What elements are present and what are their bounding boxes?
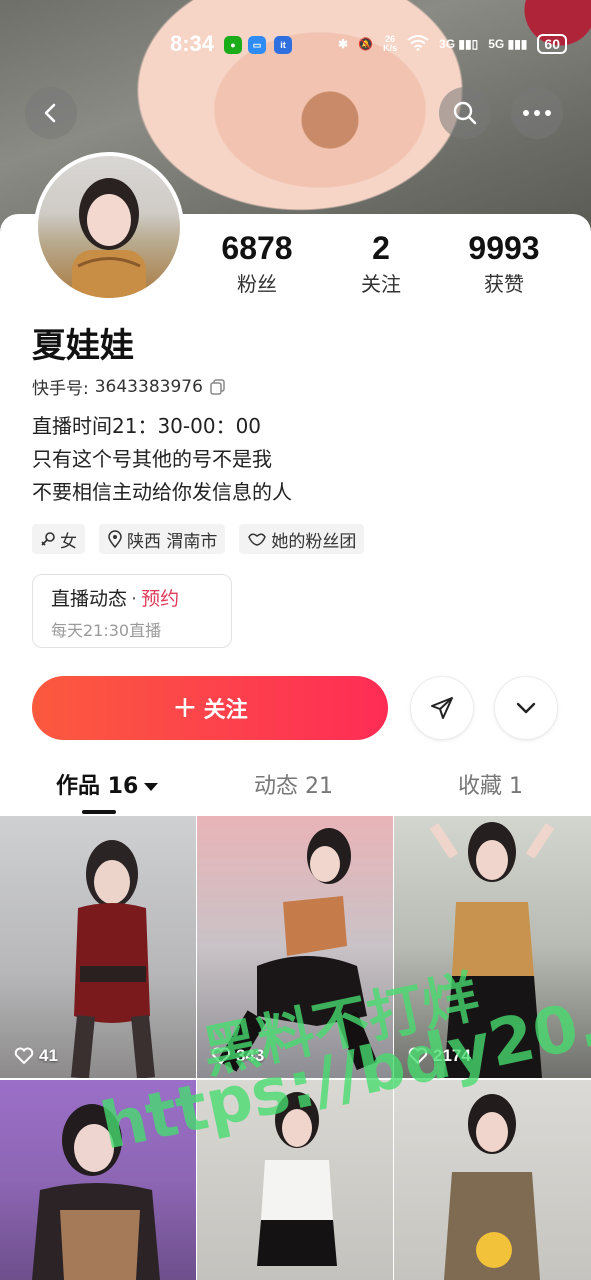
video-thumbnail[interactable]: 41 xyxy=(0,816,196,1078)
female-icon xyxy=(41,532,55,546)
tab-moments[interactable]: 动态 21 xyxy=(254,768,333,800)
status-right: ✱ 🔕 26 K/s 3G ▮▮▯ 5G ▮▮▮ 60 xyxy=(338,34,567,54)
tag-location: 陕西 渭南市 xyxy=(99,524,226,554)
tag-fan-group[interactable]: 她的粉丝团 xyxy=(239,524,365,554)
share-button[interactable] xyxy=(410,676,474,740)
chevron-down-icon xyxy=(516,702,536,714)
heart-icon xyxy=(14,1047,34,1065)
stat-following[interactable]: 2 关注 xyxy=(321,230,441,297)
fan-group-icon xyxy=(248,533,267,546)
tab-indicator xyxy=(82,810,116,814)
stat-likes[interactable]: 9993 获赞 xyxy=(444,230,564,297)
kuaishou-id: 快手号: 3643383976 xyxy=(32,374,227,399)
bluetooth-icon: ✱ xyxy=(338,37,349,51)
profile-name: 夏娃娃 xyxy=(32,326,134,366)
avatar-portrait xyxy=(72,178,146,298)
stat-followers[interactable]: 6878 粉丝 xyxy=(197,230,317,297)
bio-line: 只有这个号其他的号不是我 xyxy=(32,447,272,471)
avatar[interactable] xyxy=(34,152,184,302)
signal-5g: 5G ▮▮▮ xyxy=(488,37,528,51)
like-count: 41 xyxy=(14,1046,58,1066)
location-pin-icon xyxy=(108,530,122,548)
caret-down-icon xyxy=(144,783,159,791)
tab-works[interactable]: 作品 16 xyxy=(56,768,159,800)
status-bar: 8:34 ● ▭ it ✱ 🔕 26 K/s 3G ▮▮▯ 5G ▮▮▮ 60 xyxy=(0,28,591,62)
plus-icon: + xyxy=(172,690,198,725)
expand-button[interactable] xyxy=(494,676,558,740)
live-schedule-text: 每天21:30直播 xyxy=(51,621,162,640)
wifi-icon xyxy=(407,34,429,54)
app-it-icon: it xyxy=(274,36,292,54)
copy-icon[interactable] xyxy=(209,378,227,396)
chevron-left-icon xyxy=(44,103,56,123)
profile-bio: 直播时间21：30-00：00 只有这个号其他的号不是我 不要相信主动给你发信息… xyxy=(32,410,292,509)
network-speed: 26 K/s xyxy=(383,34,398,53)
thumbnail-figure xyxy=(71,840,155,1078)
live-schedule-card[interactable]: 直播动态 · 预约 每天21:30直播 xyxy=(32,574,232,648)
signal-3g: 3G ▮▮▯ xyxy=(439,37,479,51)
thumbnail-figure xyxy=(444,1094,540,1280)
bio-line: 不要相信主动给你发信息的人 xyxy=(32,480,292,504)
message-icon: ▭ xyxy=(248,36,266,54)
mute-icon: 🔕 xyxy=(358,37,374,51)
video-thumbnail[interactable] xyxy=(394,1080,591,1280)
more-button[interactable] xyxy=(511,87,563,139)
tab-favorites[interactable]: 收藏 1 xyxy=(458,768,523,800)
tag-gender: 女 xyxy=(32,524,85,554)
profile-tabs: 作品 16 动态 21 收藏 1 xyxy=(0,760,591,816)
send-icon xyxy=(431,697,453,719)
search-icon xyxy=(453,101,477,125)
search-button[interactable] xyxy=(439,87,491,139)
back-button[interactable] xyxy=(25,87,77,139)
battery-icon: 60 xyxy=(537,34,567,54)
reserve-link[interactable]: 预约 xyxy=(141,588,179,610)
bio-line: 直播时间21：30-00：00 xyxy=(32,414,262,438)
more-horizontal-icon xyxy=(523,110,551,116)
follow-button[interactable]: + 关注 xyxy=(32,676,388,740)
profile-tags: 女 陕西 渭南市 她的粉丝团 xyxy=(32,524,365,554)
status-time: 8:34 xyxy=(170,31,215,56)
wechat-icon: ● xyxy=(224,36,242,54)
